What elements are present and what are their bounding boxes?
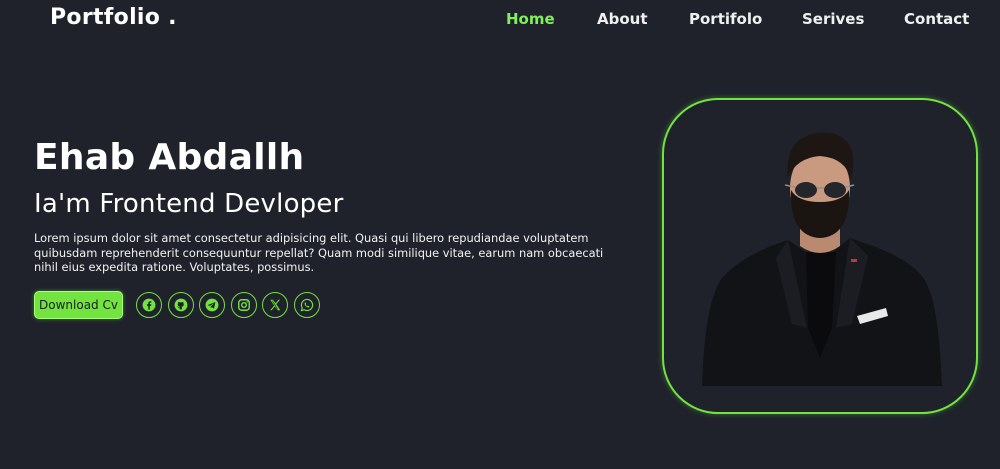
- nav-about[interactable]: About: [597, 10, 648, 28]
- header: Portfolio . Home About Portifolo Serives…: [0, 0, 1000, 40]
- hero-role: Ia'm Frontend Devloper: [34, 189, 344, 219]
- nav-portfolio[interactable]: Portifolo: [689, 10, 762, 28]
- telegram-link[interactable]: [199, 292, 225, 318]
- telegram-icon: [205, 298, 219, 312]
- whatsapp-link[interactable]: [294, 292, 320, 318]
- instagram-icon: [238, 299, 250, 311]
- hero-description: Lorem ipsum dolor sit amet consectetur a…: [34, 231, 604, 274]
- main-nav: Home About Portifolo Serives Contact: [0, 10, 1000, 30]
- profile-photo: [702, 132, 942, 386]
- github-link[interactable]: [168, 292, 194, 318]
- nav-services[interactable]: Serives: [802, 10, 864, 28]
- facebook-icon: [142, 298, 156, 312]
- instagram-link[interactable]: [231, 292, 257, 318]
- nav-home[interactable]: Home: [506, 10, 555, 28]
- facebook-link[interactable]: [136, 292, 162, 318]
- github-icon: [174, 298, 188, 312]
- nav-contact[interactable]: Contact: [904, 10, 969, 28]
- x-link[interactable]: [262, 292, 288, 318]
- whatsapp-icon: [300, 298, 314, 312]
- hero-name: Ehab Abdallh: [34, 137, 305, 178]
- download-cv-button[interactable]: Download Cv: [34, 291, 123, 319]
- social-links: [136, 292, 326, 319]
- x-icon: [270, 299, 281, 311]
